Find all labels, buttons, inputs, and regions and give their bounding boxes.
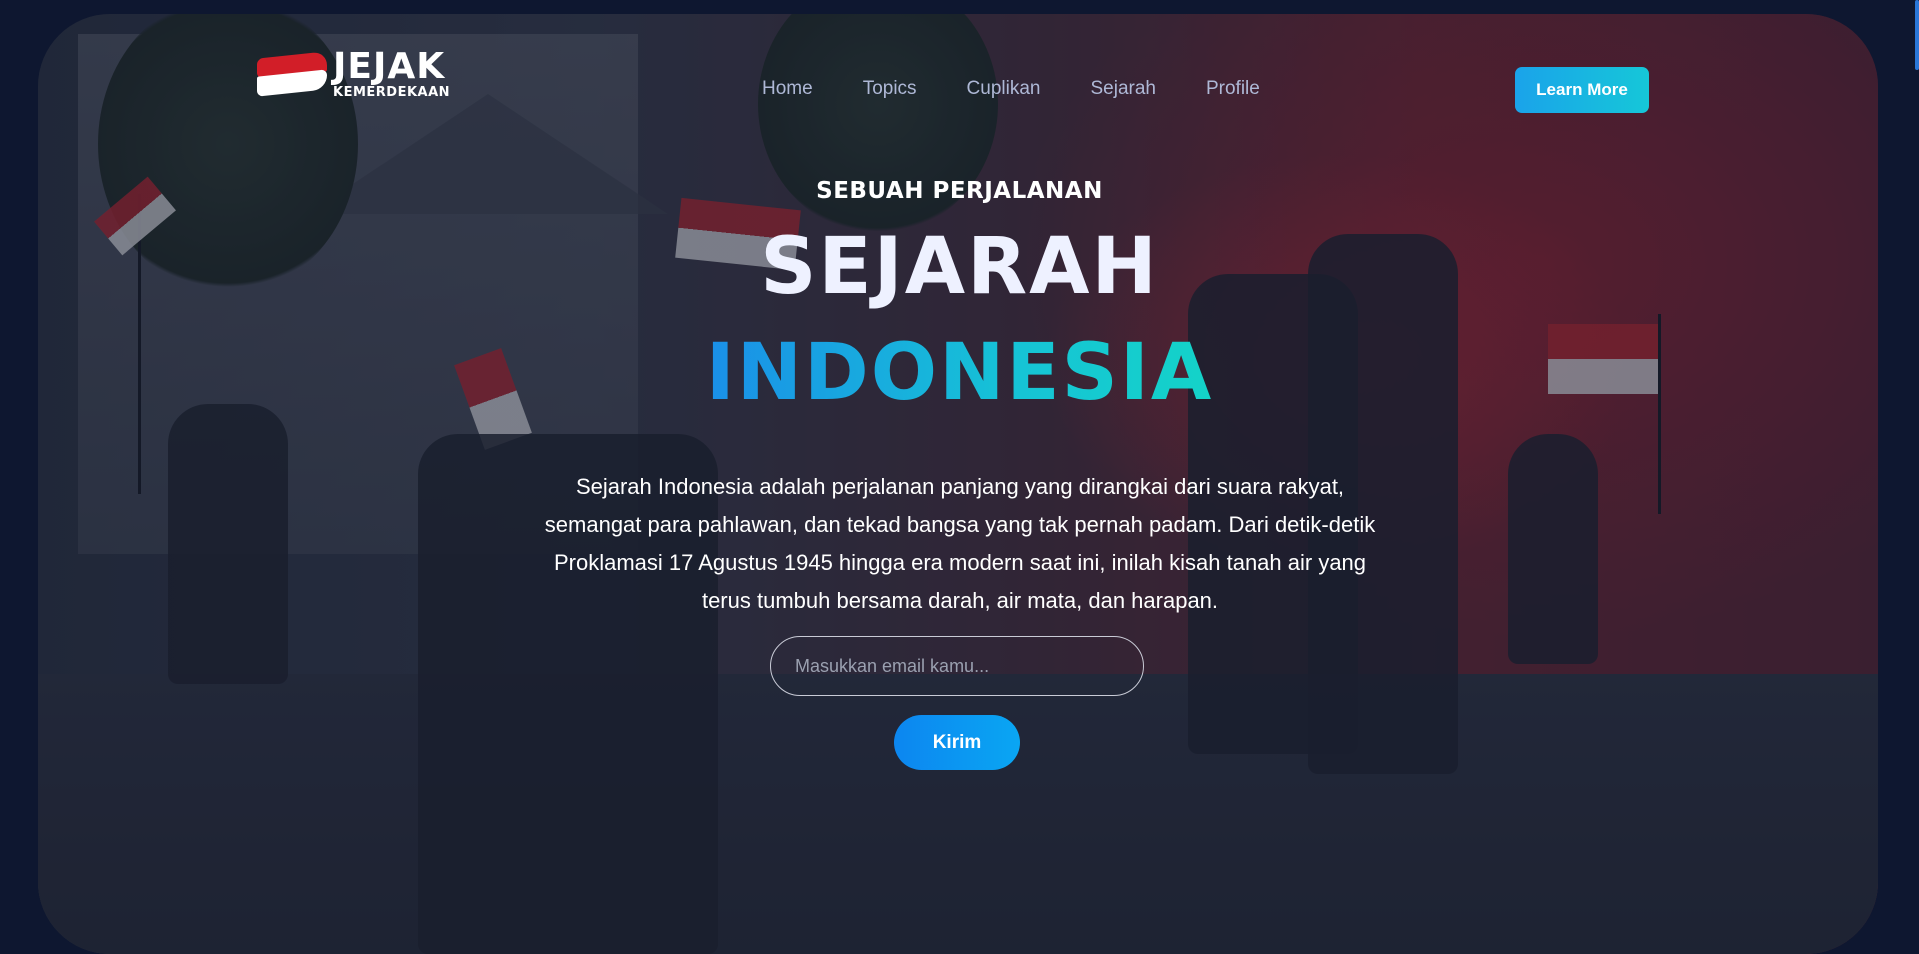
brand-wordmark: JEJAK KEMERDEKAAN [333,46,451,100]
indonesian-flag-icon [257,51,327,97]
brand-tagline: KEMERDEKAAN [333,85,451,100]
nav-item-profile[interactable]: Profile [1206,78,1260,100]
hero-kicker: SEBUAH PERJALANAN [816,178,1103,204]
nav-item-topics[interactable]: Topics [863,78,917,100]
email-input[interactable] [770,636,1144,696]
page-scrollbar[interactable] [1915,0,1919,70]
hero-title-line1: SEJARAH [760,222,1159,312]
submit-button[interactable]: Kirim [894,715,1020,770]
hero-title-line2: INDONESIA [0,328,1919,418]
nav-item-sejarah[interactable]: Sejarah [1090,78,1156,100]
nav-item-home[interactable]: Home [762,78,813,100]
hero-description: Sejarah Indonesia adalah perjalanan panj… [544,474,1376,613]
main-nav: Home Topics Cuplikan Sejarah Profile [762,78,1260,100]
hero-title-highlight: INDONESIA [705,328,1214,418]
learn-more-button[interactable]: Learn More [1515,67,1649,113]
brand-logo[interactable]: JEJAK KEMERDEKAAN [257,44,450,104]
brand-name: JEJAK [333,46,446,87]
nav-item-cuplikan[interactable]: Cuplikan [967,78,1041,100]
